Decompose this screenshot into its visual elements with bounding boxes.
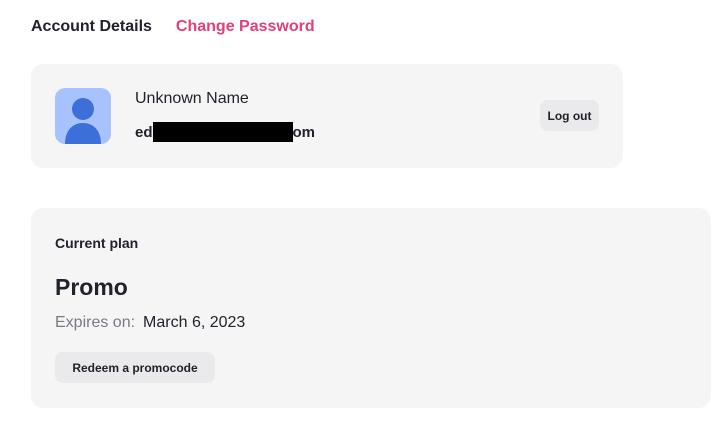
email-redaction xyxy=(152,122,293,142)
plan-expiry: Expires on: March 6, 2023 xyxy=(55,314,245,332)
current-plan-card: Current plan Promo Expires on: March 6, … xyxy=(31,208,711,408)
profile-name: Unknown Name xyxy=(135,90,249,107)
email-suffix: om xyxy=(292,123,316,141)
expires-date: March 6, 2023 xyxy=(143,314,246,331)
account-tabs: Account Details Change Password xyxy=(31,18,315,36)
logout-button[interactable]: Log out xyxy=(540,100,599,131)
profile-card: Unknown Name ed om Log out xyxy=(31,64,623,168)
plan-name: Promo xyxy=(55,274,128,300)
tab-account-details[interactable]: Account Details xyxy=(31,18,152,36)
plan-section-label: Current plan xyxy=(55,235,139,251)
redeem-promocode-button[interactable]: Redeem a promocode xyxy=(55,352,215,383)
expires-label: Expires on: xyxy=(55,314,136,331)
email-prefix: ed xyxy=(135,123,153,141)
profile-email: ed om xyxy=(135,122,315,142)
tab-change-password[interactable]: Change Password xyxy=(176,18,315,36)
user-avatar-icon xyxy=(55,88,111,144)
